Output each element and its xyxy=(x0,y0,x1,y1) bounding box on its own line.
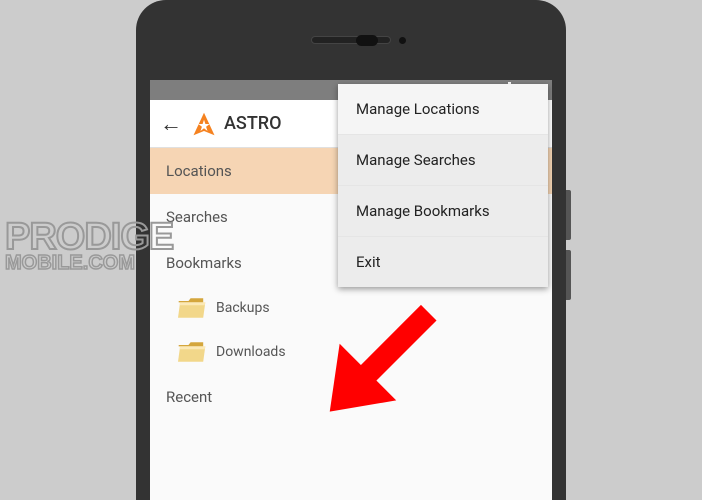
section-recent[interactable]: Recent xyxy=(150,374,552,420)
back-icon[interactable]: ← xyxy=(160,111,190,137)
bookmark-label: Backups xyxy=(216,300,270,316)
phone-side-button xyxy=(566,250,571,300)
screen: 12:00 ← ASTRO Locations Searches Bookmar… xyxy=(150,80,552,500)
bookmark-label: Downloads xyxy=(216,344,286,360)
menu-exit[interactable]: Exit xyxy=(338,236,548,287)
bookmark-item[interactable]: Downloads xyxy=(150,330,552,374)
watermark-line1: PRODIGE xyxy=(5,220,173,254)
folder-icon xyxy=(178,296,206,320)
watermark: PRODIGE MOBILE.COM xyxy=(5,220,173,272)
phone-speaker xyxy=(311,36,391,44)
astro-logo-icon xyxy=(190,110,218,138)
bookmark-item[interactable]: Backups xyxy=(150,286,552,330)
folder-icon xyxy=(178,340,206,364)
phone-frame: 12:00 ← ASTRO Locations Searches Bookmar… xyxy=(136,0,566,500)
menu-manage-locations[interactable]: Manage Locations xyxy=(338,84,548,134)
overflow-menu: Manage Locations Manage Searches Manage … xyxy=(338,84,548,287)
menu-manage-searches[interactable]: Manage Searches xyxy=(338,134,548,185)
menu-manage-bookmarks[interactable]: Manage Bookmarks xyxy=(338,185,548,236)
phone-sensor xyxy=(356,35,378,46)
app-title: ASTRO xyxy=(224,113,282,134)
phone-side-button xyxy=(566,190,571,240)
